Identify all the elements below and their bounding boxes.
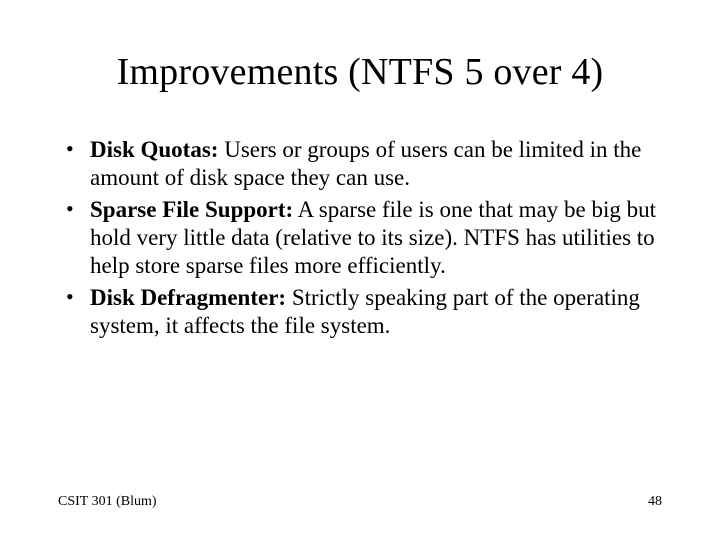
footer: CSIT 301 (Blum) 48 [58,494,662,510]
list-item: Disk Defragmenter: Strictly speaking par… [58,284,662,340]
bullet-term: Disk Quotas: [90,137,218,162]
bullet-term: Disk Defragmenter: [90,285,286,310]
slide-title: Improvements (NTFS 5 over 4) [58,50,662,94]
list-item: Disk Quotas: Users or groups of users ca… [58,136,662,192]
bullet-list: Disk Quotas: Users or groups of users ca… [58,136,662,340]
slide-number: 48 [648,494,662,510]
footer-course: CSIT 301 (Blum) [58,494,157,510]
slide: Improvements (NTFS 5 over 4) Disk Quotas… [0,0,720,540]
list-item: Sparse File Support: A sparse file is on… [58,196,662,280]
bullet-term: Sparse File Support: [90,197,293,222]
